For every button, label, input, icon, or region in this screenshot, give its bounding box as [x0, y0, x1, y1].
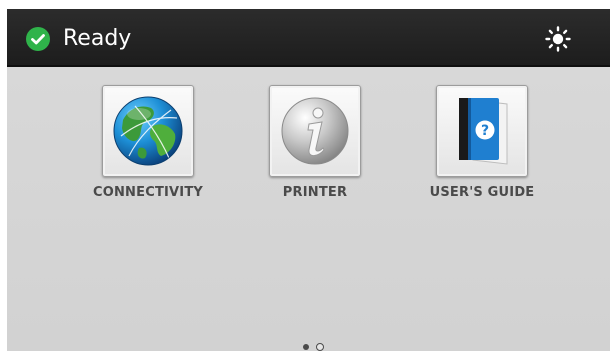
printer-tile[interactable] [269, 85, 361, 177]
check-circle-icon [26, 27, 50, 51]
status-bar: Ready [7, 9, 610, 67]
info-icon [281, 97, 349, 165]
connectivity-tile[interactable] [102, 85, 194, 177]
control-panel-screen: Ready CONNECTIVITY PRINTER ? USER'S GUID… [7, 9, 610, 351]
guide-book-icon: ? [459, 98, 508, 165]
status-text: Ready [63, 26, 132, 51]
brightness-icon[interactable] [545, 26, 571, 52]
printer-label: PRINTER [282, 185, 348, 200]
users-guide-app-button[interactable]: ? USER'S GUIDE [417, 85, 547, 200]
connectivity-app-button[interactable]: CONNECTIVITY [83, 85, 213, 200]
page-dot-active[interactable] [303, 344, 309, 350]
users-guide-tile[interactable]: ? [436, 85, 528, 177]
users-guide-label: USER'S GUIDE [429, 185, 535, 200]
page-dot-inactive[interactable] [316, 343, 324, 351]
globe-icon [113, 96, 183, 166]
connectivity-label: CONNECTIVITY [92, 185, 204, 200]
svg-text:?: ? [481, 123, 489, 139]
printer-app-button[interactable]: PRINTER [250, 85, 380, 200]
